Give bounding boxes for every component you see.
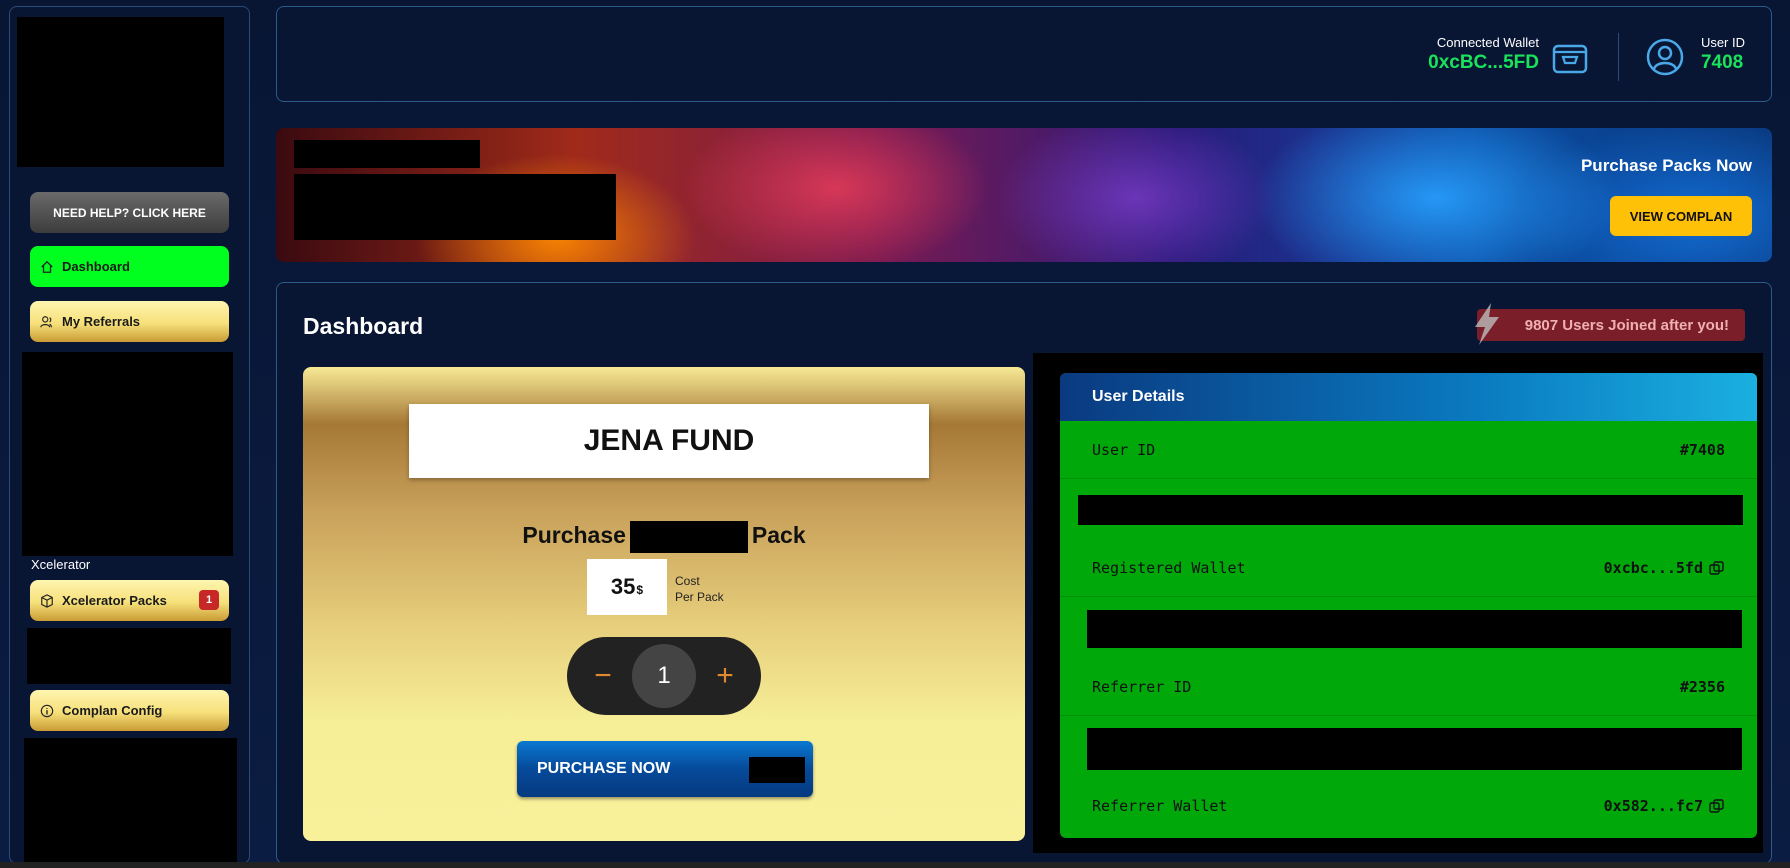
detail-value: #7408 [1679, 440, 1725, 459]
top-header: Connected Wallet 0xcBC...5FD User ID 740… [276, 6, 1772, 102]
user-details-card: User Details User ID #7408 Registered Wa… [1060, 373, 1757, 838]
sidebar-item-label: Dashboard [62, 259, 130, 274]
quantity-stepper: − 1 + [567, 637, 761, 715]
redacted-block [22, 352, 233, 556]
detail-label: Referrer ID [1092, 677, 1192, 696]
detail-label: Registered Wallet [1092, 558, 1246, 577]
user-details-wrapper: User Details User ID #7408 Registered Wa… [1033, 353, 1763, 853]
users-joined-text: 9807 Users Joined after you! [1524, 316, 1729, 334]
detail-value-wrap: 0x582...fc7 [1604, 797, 1725, 815]
detail-row-user-id: User ID #7408 [1060, 421, 1757, 479]
section-label: Xcelerator [31, 557, 91, 572]
purchase-heading: Purchase Pack [303, 521, 1025, 553]
header-divider [1618, 33, 1619, 81]
quantity-value[interactable]: 1 [632, 644, 696, 708]
user-id-value: 7408 [1700, 52, 1744, 73]
home-icon [41, 260, 53, 273]
sidebar: NEED HELP? CLICK HERE Dashboard My Refer… [9, 6, 250, 864]
purchase-card: JENA FUND Purchase Pack 35 $ Cost Per Pack… [303, 367, 1025, 841]
purchase-now-button[interactable]: PURCHASE NOW [517, 741, 813, 797]
copy-icon[interactable] [1709, 799, 1725, 813]
purchase-prefix: Purchase [522, 522, 626, 549]
help-button-label: NEED HELP? CLICK HERE [53, 205, 206, 220]
promo-banner: Purchase Packs Now VIEW COMPLAN [276, 128, 1772, 262]
page-title: Dashboard [303, 313, 424, 339]
user-profile-icon[interactable] [1645, 37, 1685, 77]
user-id: User ID 7408 [1701, 35, 1745, 74]
cost-label-line1: Cost [675, 574, 700, 588]
decrement-button[interactable]: − [583, 656, 623, 696]
sidebar-item-complan-config[interactable]: Complan Config [30, 690, 229, 731]
price-per-pack: 35 $ [587, 559, 667, 615]
sidebar-item-label: Complan Config [62, 703, 163, 718]
redacted-inline [749, 757, 805, 783]
help-button[interactable]: NEED HELP? CLICK HERE [30, 192, 229, 233]
view-complan-button[interactable]: VIEW COMPLAN [1610, 196, 1752, 236]
sidebar-item-dashboard[interactable]: Dashboard [30, 246, 229, 287]
currency-symbol: $ [636, 583, 644, 597]
increment-button[interactable]: + [705, 656, 745, 696]
redacted-block [294, 174, 616, 240]
price-value: 35 [610, 574, 636, 599]
banner-title: Purchase Packs Now [1580, 156, 1752, 175]
detail-row-referrer-id: Referrer ID #2356 [1060, 658, 1757, 716]
count-badge: 1 [199, 590, 219, 610]
wallet-label: Connected Wallet [1436, 35, 1539, 50]
info-icon [40, 704, 54, 717]
users-icon [40, 315, 52, 327]
redacted-block [27, 628, 231, 684]
redacted-row [1087, 610, 1742, 648]
logo-redacted [17, 17, 224, 167]
users-joined-badge: 9807 Users Joined after you! [1474, 303, 1745, 345]
redacted-block [24, 738, 237, 863]
sidebar-item-label: My Referrals [62, 314, 141, 329]
app-screen: NEED HELP? CLICK HERE Dashboard My Refer… [0, 0, 1790, 868]
detail-value: #2356 [1679, 677, 1725, 696]
detail-value-wrap: 0xcbc...5fd [1604, 559, 1725, 577]
redacted-inline [629, 521, 748, 553]
fund-name: JENA FUND [409, 404, 929, 478]
detail-row-registered-wallet: Registered Wallet 0xcbc...5fd [1060, 539, 1757, 597]
redacted-row [1078, 495, 1743, 525]
detail-label: Referrer Wallet [1092, 797, 1228, 815]
detail-value: 0x582...fc7 [1603, 797, 1703, 815]
purchase-now-label: PURCHASE NOW [537, 760, 671, 777]
wallet-icon[interactable] [1551, 39, 1589, 77]
copy-icon[interactable] [1709, 560, 1725, 575]
sidebar-item-label: Xcelerator Packs [62, 593, 167, 608]
dashboard-panel: Dashboard 9807 Users Joined after you! J… [276, 282, 1772, 864]
bottom-bar [0, 862, 1790, 868]
connected-wallet: Connected Wallet 0xcBC...5FD [1428, 35, 1539, 74]
cost-label-line2: Per Pack [675, 590, 724, 604]
wallet-address: 0xcBC...5FD [1428, 52, 1539, 73]
cost-label: Cost Per Pack [675, 573, 724, 605]
user-id-label: User ID [1700, 35, 1745, 50]
detail-row-referrer-wallet: Referrer Wallet 0x582...fc7 [1060, 777, 1757, 835]
redacted-row [1087, 728, 1742, 770]
detail-value: 0xcbc...5fd [1603, 558, 1703, 577]
user-details-title: User Details [1060, 373, 1757, 421]
lightning-icon [1474, 303, 1499, 345]
detail-label: User ID [1092, 440, 1156, 459]
purchase-suffix: Pack [751, 522, 806, 549]
package-icon [41, 593, 53, 608]
sidebar-item-xcelerator-packs[interactable]: Xcelerator Packs 1 [30, 580, 229, 621]
sidebar-item-referrals[interactable]: My Referrals [30, 301, 229, 342]
redacted-block [294, 140, 480, 168]
